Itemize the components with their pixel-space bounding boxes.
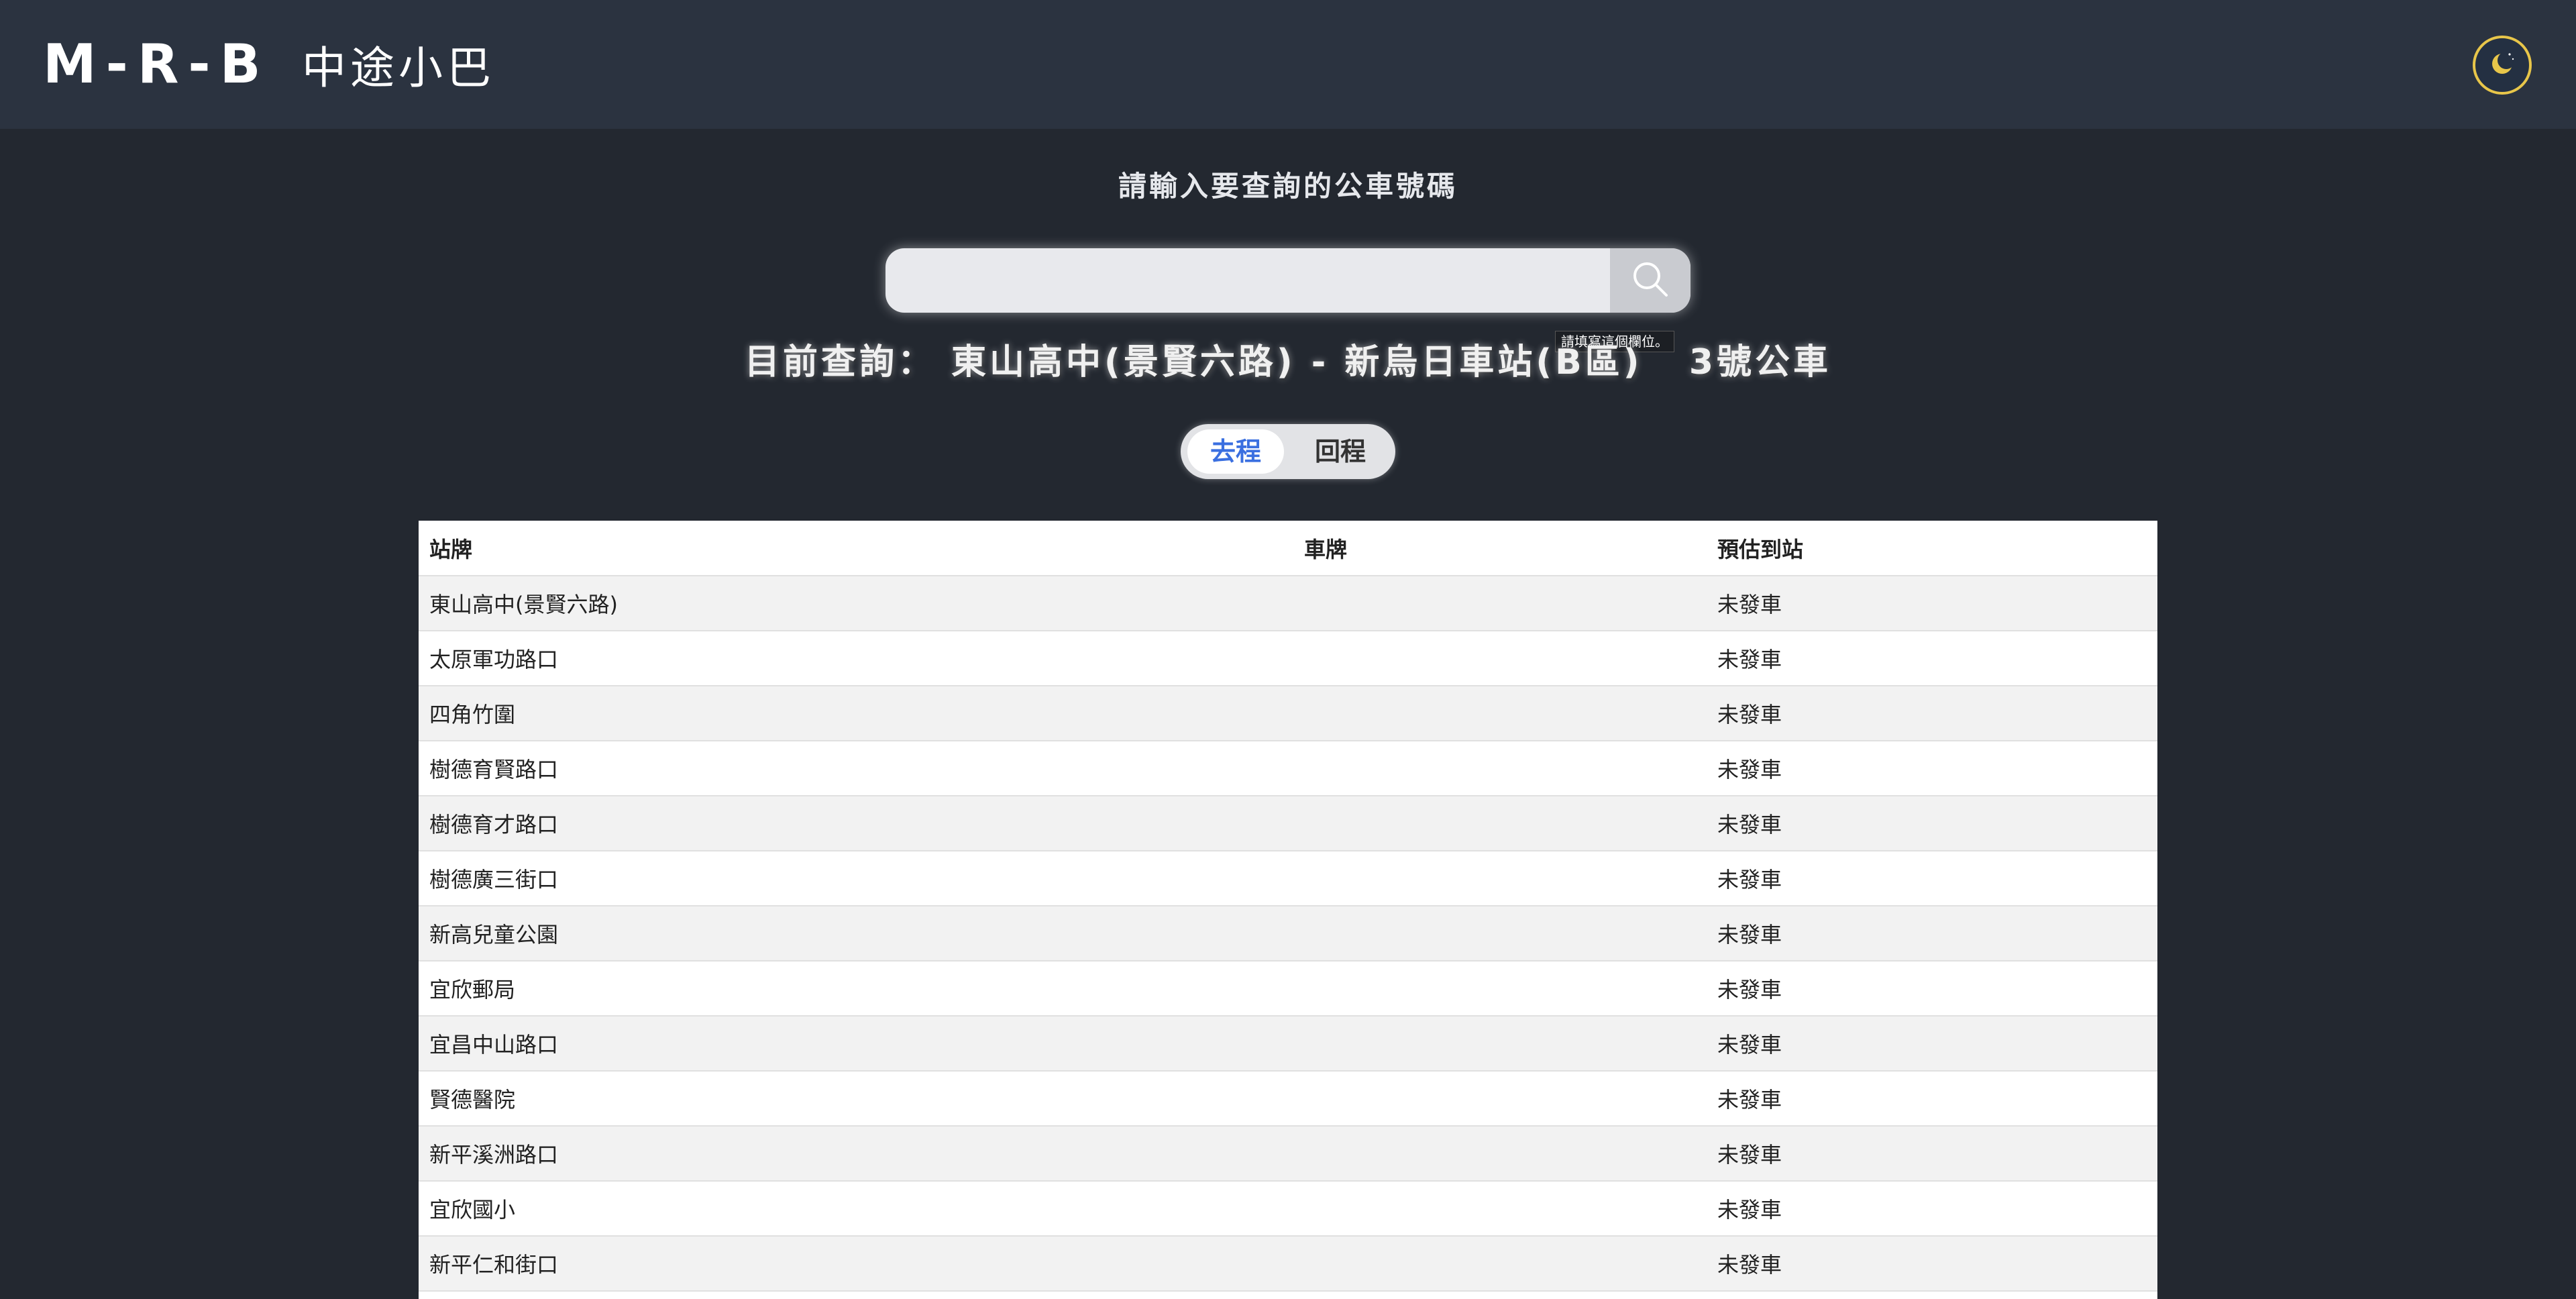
table-row — [419, 1291, 2157, 1299]
top-navbar: M-R-B 中途小巴 — [0, 0, 2576, 129]
bus-plate — [1293, 796, 1707, 851]
moon-icon — [2486, 48, 2518, 83]
bus-plate — [1293, 1236, 1707, 1292]
table-header-row: 站牌 車牌 預估到站 — [419, 521, 2157, 576]
table-row: 太原軍功路口 未發車 — [419, 631, 2157, 686]
stop-name: 樹德廣三街口 — [419, 851, 1293, 906]
stop-name: 樹德育賢路口 — [419, 741, 1293, 796]
table-row: 宜欣國小 未發車 — [419, 1181, 2157, 1237]
stop-name: 新高兒童公園 — [419, 906, 1293, 962]
header-eta: 預估到站 — [1707, 521, 2157, 576]
bus-plate — [1293, 961, 1707, 1017]
bus-plate — [1293, 686, 1707, 741]
eta-status: 未發車 — [1707, 1071, 2157, 1127]
table-row: 東山高中(景賢六路) 未發車 — [419, 576, 2157, 631]
bus-plate — [1293, 631, 1707, 686]
stop-name: 賢德醫院 — [419, 1071, 1293, 1127]
search-button[interactable] — [1610, 248, 1690, 313]
bus-number-input[interactable] — [885, 248, 1610, 313]
direction-toggle: 去程 回程 — [1181, 424, 1395, 479]
bus-plate — [1293, 1291, 1707, 1299]
bus-plate — [1293, 1181, 1707, 1237]
search-icon — [1629, 258, 1672, 303]
current-query-heading: 目前查詢： 東山高中(景賢六路) - 新烏日車站(B區) 3號公車 — [744, 342, 1832, 382]
eta-status: 未發車 — [1707, 1236, 2157, 1292]
table-row: 新平仁和街口 未發車 — [419, 1236, 2157, 1292]
eta-status: 未發車 — [1707, 906, 2157, 962]
eta-status: 未發車 — [1707, 631, 2157, 686]
stop-name: 新平仁和街口 — [419, 1236, 1293, 1292]
eta-status: 未發車 — [1707, 1016, 2157, 1072]
return-tab[interactable]: 回程 — [1292, 429, 1389, 474]
bus-plate — [1293, 1016, 1707, 1072]
table-row: 四角竹圍 未發車 — [419, 686, 2157, 741]
bus-plate — [1293, 576, 1707, 631]
eta-status: 未發車 — [1707, 576, 2157, 631]
header-stop: 站牌 — [419, 521, 1293, 576]
stop-name: 宜昌中山路口 — [419, 1016, 1293, 1072]
header-plate: 車牌 — [1293, 521, 1707, 576]
eta-status: 未發車 — [1707, 686, 2157, 741]
bus-plate — [1293, 741, 1707, 796]
stop-name: 新平溪洲路口 — [419, 1126, 1293, 1182]
eta-status: 未發車 — [1707, 1181, 2157, 1237]
stop-name: 宜欣國小 — [419, 1181, 1293, 1237]
bus-plate — [1293, 1071, 1707, 1127]
eta-status: 未發車 — [1707, 741, 2157, 796]
table-row: 宜欣郵局 未發車 — [419, 961, 2157, 1017]
bus-plate — [1293, 1126, 1707, 1182]
eta-status: 未發車 — [1707, 796, 2157, 851]
table-row: 賢德醫院 未發車 — [419, 1071, 2157, 1127]
table-row: 樹德育才路口 未發車 — [419, 796, 2157, 851]
search-box — [885, 248, 1690, 313]
bus-plate — [1293, 851, 1707, 906]
bus-plate — [1293, 906, 1707, 962]
stops-table-container: 站牌 車牌 預估到站 東山高中(景賢六路) 未發車 太原軍功路口 未發車 四角竹… — [419, 521, 2157, 1299]
stop-name: 東山高中(景賢六路) — [419, 576, 1293, 631]
stop-name: 四角竹圍 — [419, 686, 1293, 741]
table-row: 樹德育賢路口 未發車 — [419, 741, 2157, 796]
stop-name: 樹德育才路口 — [419, 796, 1293, 851]
stop-name: 宜欣郵局 — [419, 961, 1293, 1017]
theme-toggle-button[interactable] — [2473, 36, 2532, 95]
brand-subtitle: 中途小巴 — [302, 42, 495, 94]
eta-status: 未發車 — [1707, 1126, 2157, 1182]
stop-name — [419, 1291, 1293, 1299]
stops-table: 站牌 車牌 預估到站 東山高中(景賢六路) 未發車 太原軍功路口 未發車 四角竹… — [419, 521, 2157, 1299]
eta-status: 未發車 — [1707, 961, 2157, 1017]
table-row: 新高兒童公園 未發車 — [419, 906, 2157, 962]
eta-status — [1707, 1291, 2157, 1299]
table-row: 樹德廣三街口 未發車 — [419, 851, 2157, 906]
brand-logo[interactable]: M-R-B — [43, 32, 270, 97]
stop-name: 太原軍功路口 — [419, 631, 1293, 686]
search-prompt: 請輸入要查詢的公車號碼 — [1118, 170, 1458, 203]
table-row: 新平溪洲路口 未發車 — [419, 1126, 2157, 1182]
eta-status: 未發車 — [1707, 851, 2157, 906]
outbound-tab[interactable]: 去程 — [1187, 429, 1284, 474]
table-row: 宜昌中山路口 未發車 — [419, 1016, 2157, 1072]
